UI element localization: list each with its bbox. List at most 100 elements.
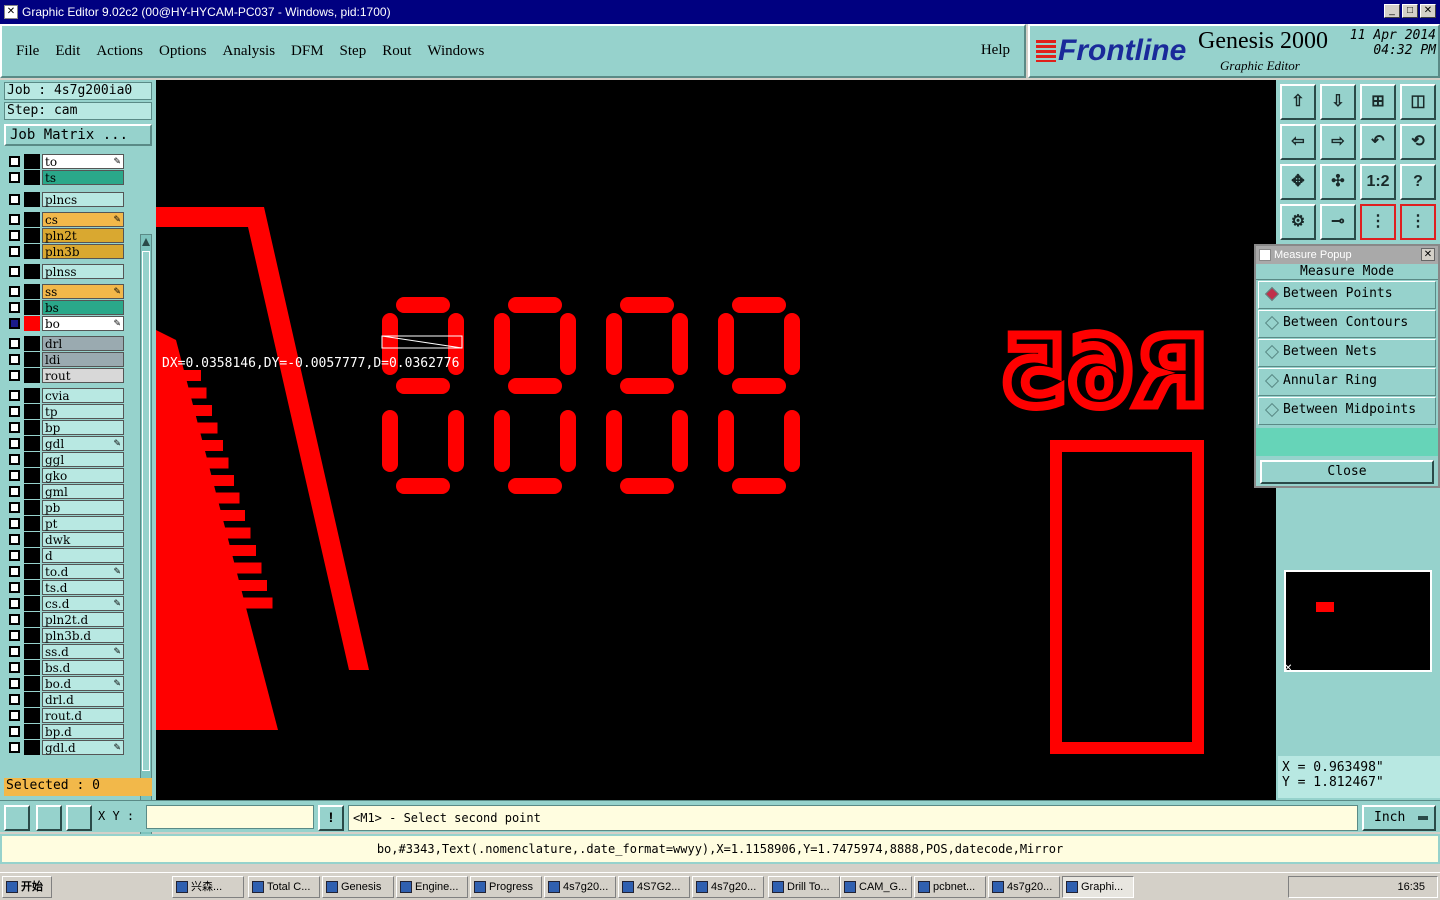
- layer-color-swatch[interactable]: [24, 692, 40, 707]
- menu-step[interactable]: Step: [340, 43, 367, 60]
- layer-checkbox[interactable]: [9, 678, 20, 689]
- layer-row-dwk[interactable]: dwk: [6, 532, 126, 547]
- measure-option-between-contours[interactable]: Between Contours: [1258, 310, 1436, 338]
- pan-left-icon[interactable]: ⇦: [1280, 124, 1316, 160]
- layer-color-swatch[interactable]: [24, 612, 40, 627]
- layer-row-ggl[interactable]: ggl: [6, 452, 126, 467]
- layer-name[interactable]: drl: [42, 336, 124, 351]
- scroll-up-icon[interactable]: [142, 236, 150, 246]
- layer-row-drl-d[interactable]: drl.d: [6, 692, 126, 707]
- layer-name[interactable]: tp: [42, 404, 124, 419]
- layer-checkbox[interactable]: [9, 518, 20, 529]
- layer-checkbox[interactable]: [9, 694, 20, 705]
- layer-checkbox[interactable]: [9, 502, 20, 513]
- layer-color-swatch[interactable]: [24, 628, 40, 643]
- layer-name[interactable]: d: [42, 548, 124, 563]
- layer-color-swatch[interactable]: [24, 244, 40, 259]
- layer-checkbox[interactable]: [9, 614, 20, 625]
- layer-color-swatch[interactable]: [24, 500, 40, 515]
- zoom-down-icon[interactable]: ⇩: [1320, 84, 1356, 120]
- layer-name[interactable]: plncs: [42, 192, 124, 207]
- minimize-button[interactable]: _: [1384, 4, 1400, 18]
- layer-checkbox[interactable]: [9, 710, 20, 721]
- layer-checkbox[interactable]: [9, 214, 20, 225]
- layer-row-ss-d[interactable]: ss.d ✎: [6, 644, 126, 659]
- measure-option-between-midpoints[interactable]: Between Midpoints: [1258, 397, 1436, 425]
- layer-row-rout-d[interactable]: rout.d: [6, 708, 126, 723]
- maximize-button[interactable]: □: [1402, 4, 1418, 18]
- layer-color-swatch[interactable]: [24, 300, 40, 315]
- layer-row-to[interactable]: to ✎: [6, 154, 126, 169]
- layer-row-cs-d[interactable]: cs.d ✎: [6, 596, 126, 611]
- measure-option-annular-ring[interactable]: Annular Ring: [1258, 368, 1436, 396]
- layer-color-swatch[interactable]: [24, 352, 40, 367]
- layer-row-ts[interactable]: ts: [6, 170, 126, 185]
- fit-icon[interactable]: ✥: [1280, 164, 1316, 200]
- layer-checkbox[interactable]: [9, 742, 20, 753]
- center-icon[interactable]: ✣: [1320, 164, 1356, 200]
- layer-name[interactable]: drl.d: [42, 692, 124, 707]
- layer-checkbox[interactable]: [9, 630, 20, 641]
- layer-name[interactable]: bp.d: [42, 724, 124, 739]
- warning-icon[interactable]: !: [318, 805, 344, 831]
- layer-name[interactable]: ts: [42, 170, 124, 185]
- layer-checkbox[interactable]: [9, 582, 20, 593]
- layer-color-swatch[interactable]: [24, 548, 40, 563]
- layer-row-pt[interactable]: pt: [6, 516, 126, 531]
- layer-row-pln2t[interactable]: pln2t: [6, 228, 126, 243]
- layer-name[interactable]: dwk: [42, 532, 124, 547]
- layer-checkbox[interactable]: [9, 566, 20, 577]
- layer-color-swatch[interactable]: [24, 660, 40, 675]
- layer-checkbox[interactable]: [9, 486, 20, 497]
- redraw-icon[interactable]: ⟲: [1400, 124, 1436, 160]
- layer-color-swatch[interactable]: [24, 264, 40, 279]
- layer-a-icon[interactable]: ⋮: [1360, 204, 1396, 240]
- layer-color-swatch[interactable]: [24, 580, 40, 595]
- layer-name[interactable]: to.d ✎: [42, 564, 124, 579]
- taskbar-item[interactable]: 兴森...: [172, 876, 244, 898]
- layer-row-gko[interactable]: gko: [6, 468, 126, 483]
- measure-option-between-nets[interactable]: Between Nets: [1258, 339, 1436, 367]
- scroll-thumb[interactable]: [142, 251, 150, 771]
- layer-name[interactable]: ss.d ✎: [42, 644, 124, 659]
- layer-checkbox[interactable]: [9, 194, 20, 205]
- layer-color-swatch[interactable]: [24, 192, 40, 207]
- taskbar-item[interactable]: pcbnet...: [914, 876, 986, 898]
- one-to-one-icon[interactable]: 1:2: [1360, 164, 1396, 200]
- zoom-window-icon[interactable]: ⊞: [1360, 84, 1396, 120]
- layer-row-pln3b[interactable]: pln3b: [6, 244, 126, 259]
- menu-windows[interactable]: Windows: [427, 43, 484, 60]
- layer-row-ss[interactable]: ss ✎: [6, 284, 126, 299]
- taskbar-item[interactable]: Progress: [470, 876, 542, 898]
- layer-name[interactable]: pln3b.d: [42, 628, 124, 643]
- layer-name[interactable]: pln2t: [42, 228, 124, 243]
- layer-color-swatch[interactable]: [24, 564, 40, 579]
- layer-color-swatch[interactable]: [24, 154, 40, 169]
- layer-color-swatch[interactable]: [24, 452, 40, 467]
- graphic-canvas[interactable]: DX=0.0358146,DY=-0.0057777,D=0.0362776 R…: [156, 80, 1276, 800]
- layer-name[interactable]: cvia: [42, 388, 124, 403]
- layer-checkbox[interactable]: [9, 438, 20, 449]
- layer-row-gdl-d[interactable]: gdl.d ✎: [6, 740, 126, 755]
- zoom-area-icon[interactable]: ◫: [1400, 84, 1436, 120]
- layer-name[interactable]: gko: [42, 468, 124, 483]
- taskbar-item[interactable]: 4S7G2...: [618, 876, 690, 898]
- layer-row-to-d[interactable]: to.d ✎: [6, 564, 126, 579]
- layer-name[interactable]: bo ✎: [42, 316, 124, 331]
- layer-color-swatch[interactable]: [24, 596, 40, 611]
- menu-help[interactable]: Help: [981, 42, 1010, 59]
- taskbar-item[interactable]: CAM_G...: [840, 876, 912, 898]
- layer-color-swatch[interactable]: [24, 708, 40, 723]
- menu-analysis[interactable]: Analysis: [223, 43, 276, 60]
- snap-icon[interactable]: ⊸: [1320, 204, 1356, 240]
- layer-name[interactable]: rout.d: [42, 708, 124, 723]
- layer-color-swatch[interactable]: [24, 420, 40, 435]
- layer-checkbox[interactable]: [9, 422, 20, 433]
- layer-name[interactable]: gdl ✎: [42, 436, 124, 451]
- layer-row-gml[interactable]: gml: [6, 484, 126, 499]
- layer-name[interactable]: ss ✎: [42, 284, 124, 299]
- taskbar-item[interactable]: 4s7g20...: [544, 876, 616, 898]
- layer-color-swatch[interactable]: [24, 404, 40, 419]
- layer-checkbox[interactable]: [9, 470, 20, 481]
- taskbar-item[interactable]: Graphi...: [1062, 876, 1134, 898]
